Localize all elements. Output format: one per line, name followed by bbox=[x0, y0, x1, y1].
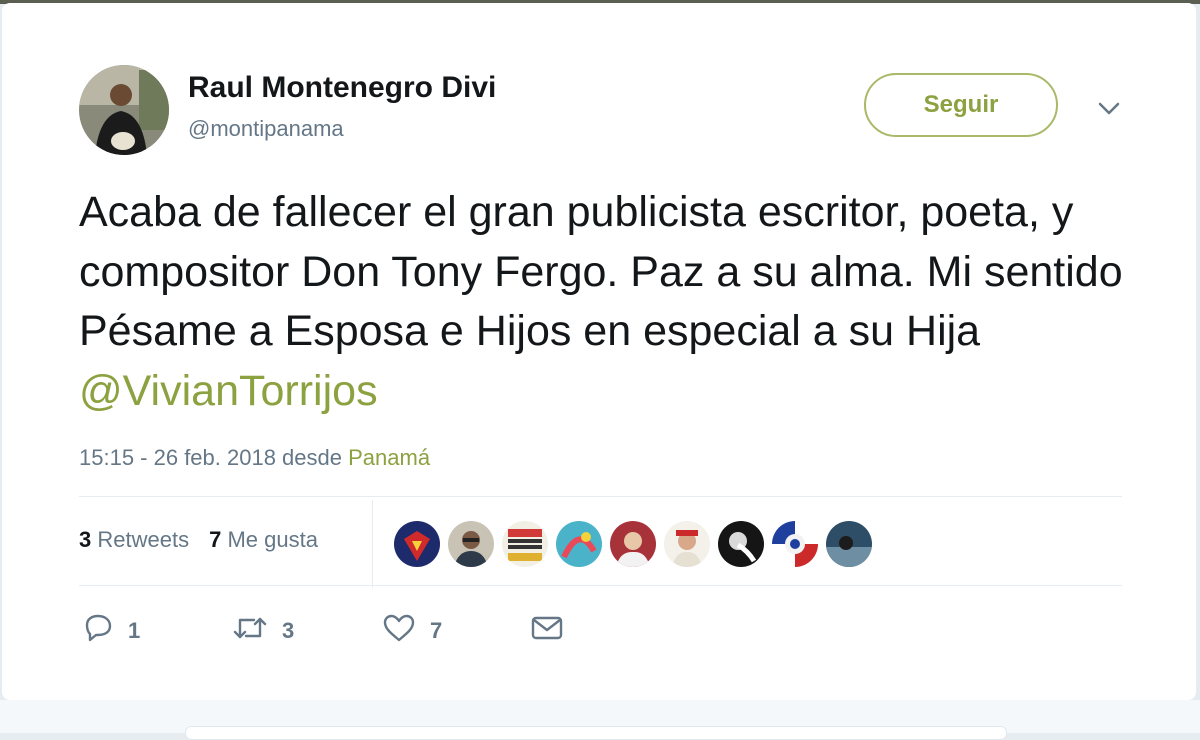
mention-link[interactable]: @VivianTorrijos bbox=[79, 367, 378, 415]
liker-avatar[interactable] bbox=[718, 521, 764, 567]
liker-avatar[interactable] bbox=[394, 521, 440, 567]
reply-icon bbox=[82, 613, 114, 649]
author-avatar[interactable] bbox=[79, 65, 169, 155]
like-count: 7 bbox=[430, 618, 443, 643]
divider-top bbox=[79, 496, 1122, 497]
liker-avatar[interactable] bbox=[664, 521, 710, 567]
tweet-stats: 3 Retweets 7 Me gusta bbox=[79, 527, 318, 553]
likers-avatars bbox=[394, 521, 872, 567]
like-button[interactable]: 7 bbox=[382, 613, 442, 649]
retweet-count: 3 bbox=[282, 618, 295, 643]
reply-button[interactable]: 1 bbox=[82, 613, 140, 649]
tweet-location[interactable]: Panamá bbox=[348, 445, 430, 470]
chevron-down-icon[interactable] bbox=[1095, 95, 1123, 123]
retweet-icon bbox=[232, 613, 268, 649]
divider-bottom bbox=[79, 585, 1122, 586]
liker-avatar[interactable] bbox=[556, 521, 602, 567]
tweet-meta: 15:15 - 26 feb. 2018 desde Panamá bbox=[79, 445, 430, 471]
envelope-icon bbox=[530, 613, 564, 649]
tweet-timestamp[interactable]: 15:15 - 26 feb. 2018 bbox=[79, 445, 276, 470]
liker-avatar[interactable] bbox=[772, 521, 818, 567]
likes-stat[interactable]: 7 Me gusta bbox=[209, 527, 318, 553]
liker-avatar[interactable] bbox=[826, 521, 872, 567]
tweet-card: Raul Montenegro Divi @montipanama Seguir… bbox=[2, 3, 1196, 700]
liker-avatar[interactable] bbox=[502, 521, 548, 567]
likes-label: Me gusta bbox=[227, 527, 318, 552]
retweet-button[interactable]: 3 bbox=[232, 613, 294, 649]
retweets-stat[interactable]: 3 Retweets bbox=[79, 527, 189, 553]
direct-message-button[interactable] bbox=[530, 613, 564, 649]
heart-icon bbox=[382, 613, 416, 649]
retweets-label: Retweets bbox=[97, 527, 190, 552]
tweet-body: Acaba de fallecer el gran publicista esc… bbox=[79, 188, 1123, 355]
reply-count: 1 bbox=[128, 618, 141, 643]
page-bottom bbox=[0, 700, 1200, 740]
reply-box-edge bbox=[185, 726, 1007, 740]
likes-count: 7 bbox=[209, 527, 222, 552]
liker-avatar[interactable] bbox=[610, 521, 656, 567]
tweet-from-word: desde bbox=[275, 445, 349, 470]
follow-button[interactable]: Seguir bbox=[864, 73, 1058, 137]
liker-avatar[interactable] bbox=[448, 521, 494, 567]
author-name[interactable]: Raul Montenegro Divi bbox=[188, 71, 496, 105]
author-handle[interactable]: @montipanama bbox=[188, 116, 344, 142]
stats-separator bbox=[372, 500, 373, 588]
retweets-count: 3 bbox=[79, 527, 92, 552]
tweet-text: Acaba de fallecer el gran publicista esc… bbox=[79, 183, 1139, 421]
